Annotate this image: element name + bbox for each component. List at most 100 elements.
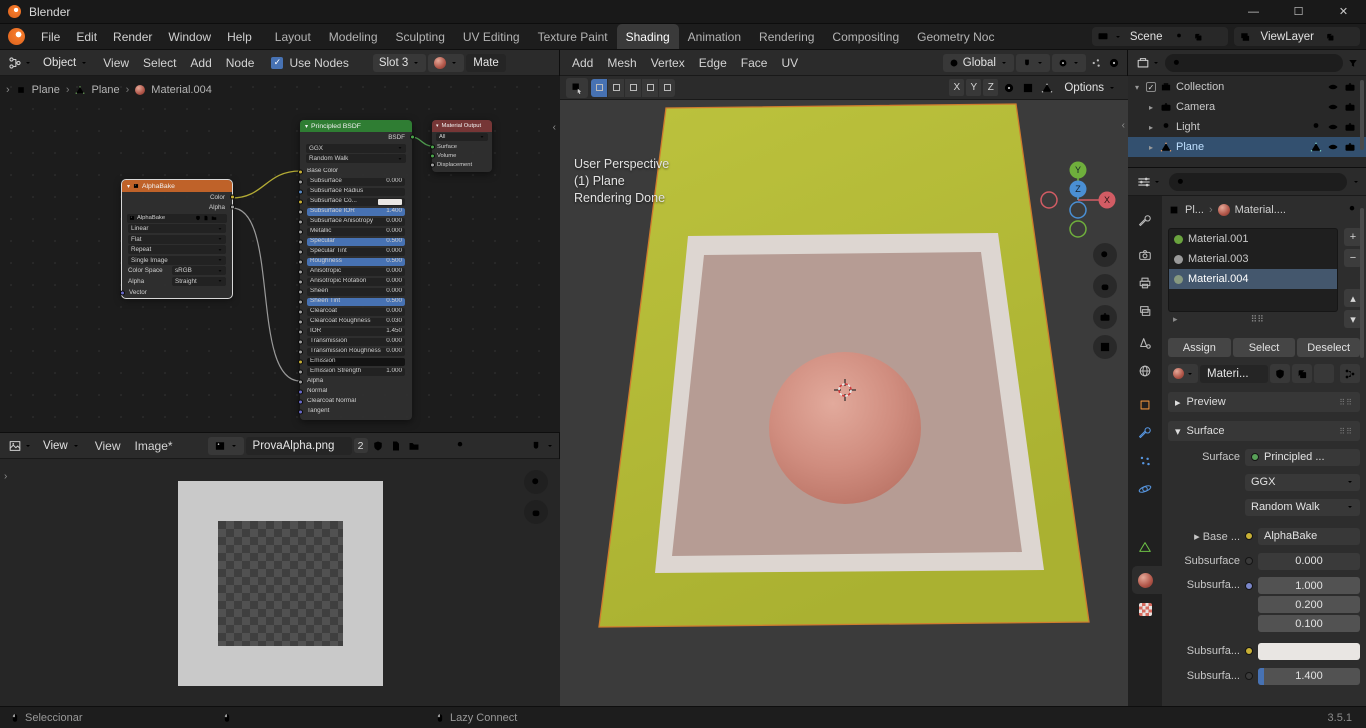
- node-param-widget[interactable]: Clearcoat 0.000: [307, 307, 405, 316]
- outliner-search-input[interactable]: [1186, 56, 1336, 69]
- input-socket[interactable]: [297, 359, 303, 364]
- menu-item[interactable]: Select: [136, 56, 183, 70]
- deselect-button[interactable]: Deselect: [1297, 338, 1361, 357]
- item-label[interactable]: Camera: [1176, 101, 1215, 113]
- material-slot[interactable]: Material.003: [1169, 249, 1337, 269]
- node-param-widget[interactable]: Roughness 0.500: [307, 257, 405, 266]
- axis-minus-x[interactable]: [1040, 191, 1058, 209]
- render-visibility-icon[interactable]: [1344, 101, 1356, 113]
- item-label[interactable]: Collection: [1176, 81, 1224, 93]
- subsurface-slider[interactable]: 0.000: [1258, 552, 1360, 570]
- tab-view-layer[interactable]: [1128, 298, 1162, 324]
- falloff-icon[interactable]: [1001, 80, 1017, 96]
- input-socket[interactable]: [297, 279, 303, 284]
- node-param-widget[interactable]: Emission: [307, 357, 405, 366]
- workspace-tab[interactable]: Texture Paint: [529, 24, 617, 49]
- output-socket[interactable]: [229, 204, 235, 210]
- tab-texture[interactable]: [1128, 596, 1162, 622]
- axis-toggle[interactable]: Y: [966, 79, 982, 96]
- input-socket[interactable]: [297, 379, 303, 384]
- output-socket[interactable]: [229, 194, 235, 200]
- sss-method-dropdown[interactable]: Random Walk: [1245, 498, 1360, 516]
- tab-tool[interactable]: [1128, 208, 1162, 234]
- node-param-widget[interactable]: Alpha: [307, 378, 405, 386]
- snap-toggle[interactable]: [1016, 53, 1050, 72]
- subsurface-ior-slider[interactable]: 1.400: [1258, 667, 1360, 685]
- item-label[interactable]: Plane: [1176, 141, 1204, 153]
- unlink-image-icon[interactable]: [219, 215, 225, 221]
- input-socket[interactable]: [297, 199, 303, 204]
- open-image-icon[interactable]: [211, 215, 217, 221]
- hide-eye-icon[interactable]: [1327, 141, 1339, 153]
- ortho-toggle-button[interactable]: [1093, 335, 1117, 359]
- tab-particles[interactable]: [1128, 448, 1162, 474]
- input-socket[interactable]: [297, 269, 303, 274]
- fake-user-icon[interactable]: [195, 215, 201, 221]
- panel-grip-icon[interactable]: ⠿⠿: [1339, 427, 1353, 436]
- unlink-scene-icon[interactable]: [1209, 29, 1225, 45]
- unlink-image-icon[interactable]: [424, 438, 440, 454]
- select-mode-extend[interactable]: [608, 78, 624, 97]
- snap-icon[interactable]: [528, 438, 544, 454]
- node-principled-bsdf[interactable]: ▾ Principled BSDF BSDF GGX Random Walk B…: [297, 120, 415, 420]
- tab-output[interactable]: [1128, 270, 1162, 296]
- menu-item[interactable]: UV: [774, 56, 805, 70]
- menu-item[interactable]: Face: [734, 56, 775, 70]
- toolbar-expand-icon[interactable]: ›: [4, 471, 7, 482]
- collapse-icon[interactable]: ▾: [436, 123, 439, 129]
- menu-item[interactable]: File: [33, 24, 68, 49]
- input-socket[interactable]: [297, 339, 303, 344]
- menu-item[interactable]: Node: [219, 56, 262, 70]
- tab-scene[interactable]: [1128, 330, 1162, 356]
- workspace-tab[interactable]: Layout: [266, 24, 320, 49]
- scene-icon[interactable]: [1095, 29, 1111, 45]
- radius-z-field[interactable]: 0.100: [1258, 615, 1360, 632]
- tab-material[interactable]: [1128, 567, 1162, 593]
- viewlayer-icon[interactable]: [1237, 29, 1253, 45]
- node-param-widget[interactable]: Transmission 0.000: [307, 337, 405, 346]
- workspace-tab[interactable]: Modeling: [320, 24, 387, 49]
- hide-eye-icon[interactable]: [1327, 121, 1339, 133]
- node-tree-icon[interactable]: [1340, 364, 1360, 383]
- tab-modifiers[interactable]: [1128, 420, 1162, 446]
- radius-x-field[interactable]: 1.000: [1258, 577, 1360, 594]
- input-socket[interactable]: [297, 179, 303, 184]
- material-name-field[interactable]: Materi...: [1200, 364, 1268, 383]
- pin-icon[interactable]: [452, 438, 468, 454]
- node-param-widget[interactable]: Base Color: [307, 168, 405, 176]
- transform-axes-icon[interactable]: [930, 80, 946, 96]
- radius-y-field[interactable]: 0.200: [1258, 596, 1360, 613]
- unlink-material-icon[interactable]: [1314, 364, 1334, 383]
- workspace-tab[interactable]: Geometry Noc: [908, 24, 1003, 49]
- render-visibility-icon[interactable]: [1344, 81, 1356, 93]
- select-button[interactable]: Select: [1232, 338, 1296, 357]
- color-space-dropdown[interactable]: sRGB: [172, 266, 226, 275]
- image-browse-dropdown[interactable]: [207, 436, 244, 455]
- tool-options-dropdown[interactable]: Options: [1058, 79, 1122, 97]
- node-param-widget[interactable]: Anisotropic 0.000: [307, 267, 405, 276]
- chevron-down-icon[interactable]: [1352, 178, 1360, 186]
- material-slot[interactable]: Material.001: [1169, 229, 1337, 249]
- base-color-link-button[interactable]: AlphaBake: [1258, 527, 1360, 545]
- input-socket[interactable]: [297, 409, 303, 414]
- node-header[interactable]: ▾ AlphaBake: [122, 180, 232, 192]
- input-socket[interactable]: [297, 259, 303, 264]
- output-socket[interactable]: [409, 134, 415, 140]
- input-socket[interactable]: [429, 153, 435, 158]
- tab-render[interactable]: [1128, 242, 1162, 268]
- surface-shader-button[interactable]: Principled ...: [1245, 448, 1360, 466]
- menu-item[interactable]: Render: [105, 24, 160, 49]
- maximize-button[interactable]: ☐: [1276, 0, 1321, 24]
- disclosure-icon[interactable]: ▸: [1146, 123, 1156, 132]
- input-socket[interactable]: [297, 349, 303, 354]
- menu-item[interactable]: Vertex: [644, 56, 692, 70]
- hide-eye-icon[interactable]: [1327, 81, 1339, 93]
- input-socket[interactable]: [297, 319, 303, 324]
- menu-item[interactable]: View: [88, 439, 128, 453]
- axis-minus-y[interactable]: [1069, 220, 1087, 238]
- node-param-widget[interactable]: Emission Strength 1.000: [307, 367, 405, 376]
- outliner-search[interactable]: [1165, 53, 1343, 72]
- workspace-tab[interactable]: UV Editing: [454, 24, 529, 49]
- outliner-row-collection[interactable]: ▾ ✓ Collection: [1128, 77, 1366, 97]
- properties-scrollbar[interactable]: [1360, 208, 1364, 358]
